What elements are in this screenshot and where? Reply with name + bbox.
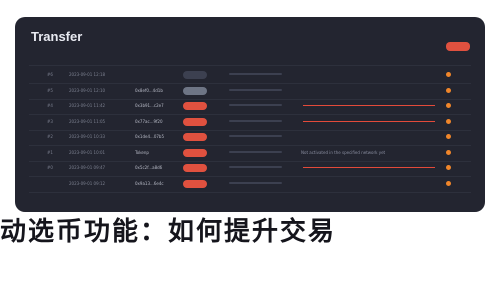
row-divider <box>29 191 471 193</box>
type-badge <box>183 133 207 141</box>
status-dot-icon <box>446 165 451 170</box>
row-name: 0x1de4...07b5 <box>135 134 164 139</box>
type-badge <box>183 102 207 110</box>
table-row[interactable]: 2023-09-01 09:12 0x9a13...6e4c <box>29 178 471 193</box>
row-id: #3 <box>47 118 53 124</box>
row-description: Not activated in the specified network y… <box>301 149 386 155</box>
status-dot-icon <box>446 118 451 124</box>
header-divider <box>29 65 471 66</box>
type-badge <box>183 71 207 79</box>
row-id: #0 <box>47 165 53 170</box>
row-progress-line <box>303 120 435 122</box>
type-badge <box>183 86 207 95</box>
amount-bar <box>229 181 282 184</box>
type-badge <box>183 179 207 188</box>
row-id: #5 <box>47 87 53 93</box>
panel-title: Transfer <box>31 29 83 44</box>
row-time: 2023-09-01 09:47 <box>69 165 106 170</box>
row-id: #4 <box>47 103 53 108</box>
table-row[interactable]: #0 2023-09-01 09:47 0x5c2f...a8d6 <box>29 162 471 177</box>
table-row[interactable]: #6 2023-09-01 12:18 <box>29 69 471 84</box>
type-badge <box>183 117 207 126</box>
status-dot-icon <box>446 103 451 108</box>
amount-bar <box>229 88 282 91</box>
type-badge <box>183 148 207 157</box>
row-id: #1 <box>47 149 53 155</box>
table-row[interactable]: #2 2023-09-01 10:33 0x1de4...07b5 <box>29 131 471 146</box>
row-time: 2023-09-01 11:05 <box>69 118 106 124</box>
table-row[interactable]: #4 2023-09-01 11:42 0x3b91...c2e7 <box>29 100 471 115</box>
row-time: 2023-09-01 09:12 <box>69 180 106 186</box>
row-time: 2023-09-01 12:18 <box>69 72 106 77</box>
row-name: Tokenp <box>135 149 149 155</box>
status-dot-icon <box>446 134 451 139</box>
row-id: #2 <box>47 134 53 139</box>
table-row[interactable]: #3 2023-09-01 11:05 0x77ac...9f20 <box>29 116 471 131</box>
row-time: 2023-09-01 12:10 <box>69 87 106 93</box>
amount-bar <box>229 73 282 75</box>
status-dot-icon <box>446 180 451 186</box>
row-name: 0x9a13...6e4c <box>135 180 164 186</box>
header-action-button[interactable] <box>446 42 470 51</box>
row-name: 0x8ef0...4d1b <box>135 87 163 93</box>
row-time: 2023-09-01 10:33 <box>69 134 106 139</box>
row-progress-line <box>303 105 435 106</box>
status-dot-icon <box>446 72 451 77</box>
row-id: #6 <box>47 72 53 77</box>
row-time: 2023-09-01 11:42 <box>69 103 106 108</box>
table-row[interactable]: #5 2023-09-01 12:10 0x8ef0...4d1b <box>29 85 471 100</box>
amount-bar <box>229 150 282 153</box>
row-name: 0x77ac...9f20 <box>135 118 163 124</box>
row-name: 0x3b91...c2e7 <box>135 103 164 108</box>
row-progress-line <box>303 167 435 168</box>
banner-text: 动选币功能：如何提升交易 <box>0 217 337 247</box>
row-name: 0x5c2f...a8d6 <box>135 165 163 170</box>
status-dot-icon <box>446 87 451 93</box>
amount-bar <box>229 166 282 168</box>
amount-bar <box>229 135 282 137</box>
status-dot-icon <box>446 149 451 155</box>
amount-bar <box>229 104 282 106</box>
table-row[interactable]: #1 2023-09-01 10:01 Tokenp Not activated in… <box>29 147 471 162</box>
amount-bar <box>229 119 282 122</box>
row-time: 2023-09-01 10:01 <box>69 149 106 155</box>
transfer-panel: Transfer #6 2023-09-01 12:18 #5 2023-09-01 … <box>15 17 485 212</box>
type-badge <box>183 164 207 172</box>
